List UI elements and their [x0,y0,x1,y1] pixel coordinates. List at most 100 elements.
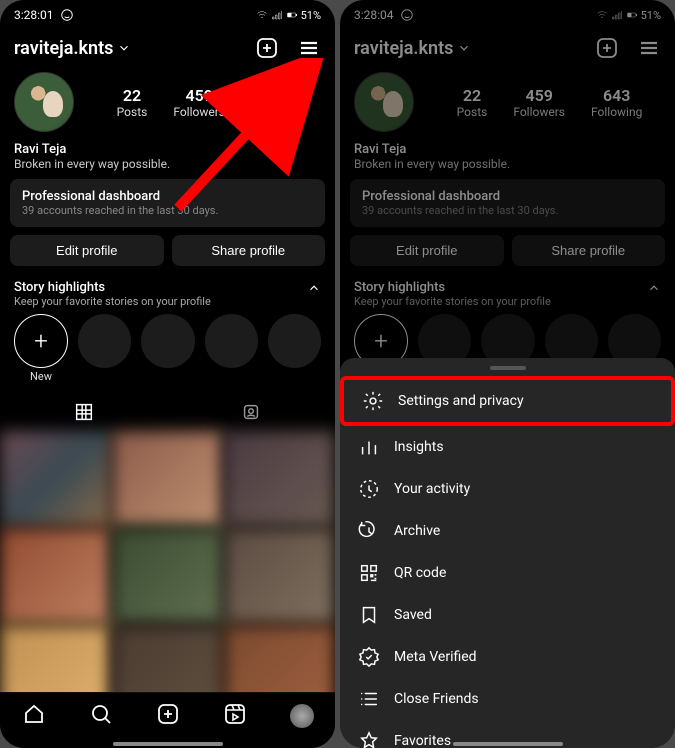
tab-grid[interactable] [0,393,168,431]
menu-label: Meta Verified [394,649,477,665]
profile-stats-row: 22Posts 459Followers 643Following [0,64,335,136]
profile-avatar[interactable] [354,72,414,132]
menu-label: Your activity [394,481,470,497]
status-bar: 3:28:04 51% [340,0,675,28]
menu-activity[interactable]: Your activity [340,468,675,510]
name-block: Ravi Teja Broken in every way possible. [0,136,335,179]
menu-button[interactable] [297,36,321,60]
story-highlights-title: Story highlights [354,280,445,295]
story-highlights-header[interactable]: Story highlights [340,274,675,295]
story-highlights-sub: Keep your favorite stories on your profi… [340,295,675,314]
share-profile-button[interactable]: Share profile [512,235,666,266]
phone-right: 3:28:04 51% raviteja.knts 22Posts 45 [340,0,675,748]
archive-icon [358,520,380,542]
status-battery: 51% [641,9,661,22]
username-dropdown[interactable]: raviteja.knts [14,38,131,59]
highlight-new-label: New [14,370,68,383]
post-thumbnail[interactable] [0,431,111,527]
profile-header: raviteja.knts [340,28,675,64]
highlight-placeholder [268,314,321,368]
bio-text: Broken in every way possible. [14,157,321,171]
menu-meta-verified[interactable]: Meta Verified [340,636,675,678]
home-indicator [453,742,563,746]
highlight-new-button[interactable]: + [14,314,68,368]
bio-text: Broken in every way possible. [354,157,661,171]
list-icon [358,688,380,710]
stat-followers[interactable]: 459Followers [513,86,565,119]
hamburger-icon [637,36,661,60]
story-highlights-sub: Keep your favorite stories on your profi… [0,295,335,314]
menu-label: Saved [394,607,432,623]
battery-icon [626,9,638,21]
reels-icon [223,702,247,726]
edit-profile-button[interactable]: Edit profile [350,235,504,266]
home-indicator [113,742,223,746]
menu-qrcode[interactable]: QR code [340,552,675,594]
post-thumbnail[interactable] [0,528,111,624]
create-button[interactable] [255,36,279,60]
post-thumbnail[interactable] [112,431,223,527]
menu-button[interactable] [637,36,661,60]
profile-tabs [0,393,335,431]
plus-square-icon [156,702,180,726]
nav-search[interactable] [89,702,113,730]
username-text: raviteja.knts [354,38,453,59]
tab-tagged[interactable] [168,393,336,431]
edit-profile-button[interactable]: Edit profile [10,235,164,266]
menu-settings-privacy[interactable]: Settings and privacy [340,376,675,426]
profile-avatar[interactable] [14,72,74,132]
whatsapp-icon [400,8,414,22]
stat-followers[interactable]: 459Followers [173,86,225,119]
wifi-icon [256,9,268,21]
highlight-placeholder [141,314,194,368]
signal-icon [271,9,283,21]
bottom-nav [0,692,335,738]
menu-label: Favorites [394,733,451,748]
name-block: Ravi Teja Broken in every way possible. [340,136,675,179]
tagged-icon [240,401,262,423]
profile-header: raviteja.knts [0,28,335,64]
plus-square-icon [595,36,619,60]
grid-icon [73,401,95,423]
posts-grid [0,431,335,721]
menu-close-friends[interactable]: Close Friends [340,678,675,720]
post-thumbnail[interactable] [224,528,335,624]
story-highlights-header[interactable]: Story highlights [0,274,335,295]
menu-label: Insights [394,439,444,455]
nav-reels[interactable] [223,702,247,730]
nav-home[interactable] [22,702,46,730]
stat-posts[interactable]: 22Posts [117,86,148,119]
display-name: Ravi Teja [14,142,321,157]
username-dropdown[interactable]: raviteja.knts [354,38,471,59]
sheet-handle[interactable] [490,366,526,370]
menu-insights[interactable]: Insights [340,426,675,468]
status-time: 3:28:01 [14,8,54,22]
whatsapp-icon [60,8,74,22]
insights-icon [358,436,380,458]
stat-following[interactable]: 643Following [591,86,642,119]
menu-label: Archive [394,523,440,539]
dashboard-title: Professional dashboard [362,189,653,204]
professional-dashboard-card[interactable]: Professional dashboard 39 accounts reach… [10,179,325,227]
nav-profile[interactable] [290,704,314,728]
highlight-placeholder [205,314,258,368]
dashboard-sub: 39 accounts reached in the last 30 days. [362,204,653,217]
menu-archive[interactable]: Archive [340,510,675,552]
chevron-up-icon [647,281,661,295]
nav-create[interactable] [156,702,180,730]
post-thumbnail[interactable] [112,528,223,624]
avatar-icon [290,704,314,728]
menu-saved[interactable]: Saved [340,594,675,636]
status-battery: 51% [301,9,321,22]
stat-posts[interactable]: 22Posts [457,86,488,119]
menu-label: Close Friends [394,691,479,707]
stat-following[interactable]: 643Following [251,86,302,119]
chevron-down-icon [457,41,471,55]
create-button[interactable] [595,36,619,60]
highlights-row: + New [0,314,335,387]
share-profile-button[interactable]: Share profile [172,235,326,266]
professional-dashboard-card[interactable]: Professional dashboard 39 accounts reach… [350,179,665,227]
menu-label: Settings and privacy [398,393,524,409]
post-thumbnail[interactable] [224,431,335,527]
chevron-down-icon [117,41,131,55]
